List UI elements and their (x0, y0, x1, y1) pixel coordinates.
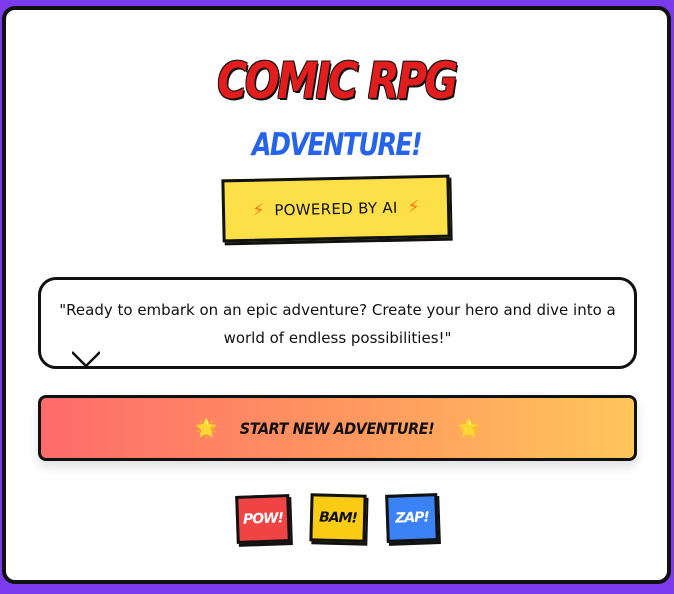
start-new-adventure-button[interactable]: 🌟 START NEW ADVENTURE! 🌟 (38, 395, 637, 461)
pow-sticker: POW! (235, 494, 291, 544)
star-icon: 🌟 (195, 417, 218, 439)
start-new-adventure-label: START NEW ADVENTURE! (240, 418, 435, 438)
speech-bubble: "Ready to embark on an epic adventure? C… (38, 277, 637, 369)
speech-bubble-tail (72, 351, 100, 368)
page-title: COMIC RPG (217, 52, 458, 110)
badge-label: POWERED BY AI (274, 198, 398, 219)
powered-by-ai-badge: ⚡ POWERED BY AI ⚡ (221, 174, 451, 243)
lightning-icon: ⚡ (407, 196, 420, 217)
bam-sticker: BAM! (309, 493, 367, 543)
zap-sticker: ZAP! (385, 493, 439, 543)
page-subtitle: ADVENTURE! (251, 127, 423, 163)
lightning-icon: ⚡ (252, 200, 265, 221)
speech-bubble-text: "Ready to embark on an epic adventure? C… (59, 301, 616, 347)
star-icon: 🌟 (457, 417, 480, 439)
